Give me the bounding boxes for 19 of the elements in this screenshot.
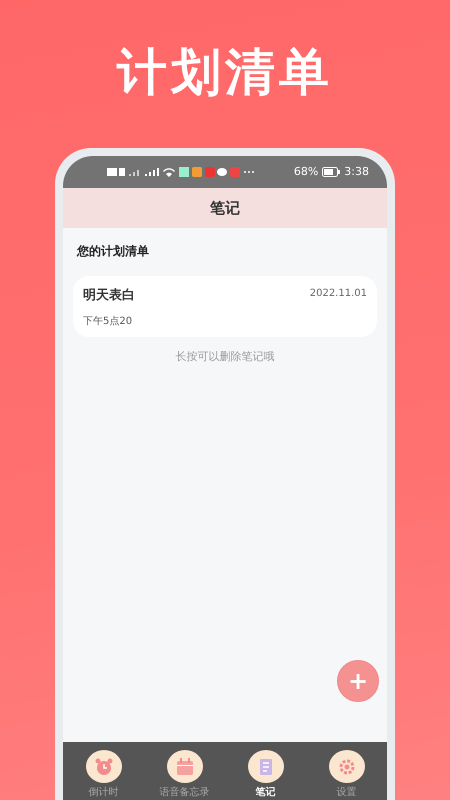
settings-icon xyxy=(336,756,356,776)
calendar-icon xyxy=(174,756,194,776)
nav-tab[interactable]: 笔记 xyxy=(226,750,306,800)
note-card[interactable]: 明天表白 2022.11.01 下午5点20 xyxy=(73,276,377,336)
nav-tab[interactable]: 语音备忘录 xyxy=(144,750,224,800)
add-button[interactable]: + xyxy=(337,660,379,702)
header-title: 笔记 xyxy=(210,198,240,219)
battery-percent: 68% xyxy=(294,164,318,180)
section-title: 您的计划清单 xyxy=(77,243,150,260)
promo-title: 计划清单 xyxy=(116,42,334,103)
nav-tab[interactable]: 设置 xyxy=(306,750,386,800)
clock-time: 3:38 xyxy=(344,164,369,180)
note-time: 下午5点20 xyxy=(83,314,134,328)
nav-tab[interactable]: 倒计时 xyxy=(64,750,144,800)
alarm-clock-icon xyxy=(94,756,114,776)
note-date: 2022.11.01 xyxy=(310,287,367,301)
hint-text: 长按可以删除笔记哦 xyxy=(174,348,276,364)
note-title: 明天表白 xyxy=(83,287,135,305)
battery-icon xyxy=(322,167,340,177)
